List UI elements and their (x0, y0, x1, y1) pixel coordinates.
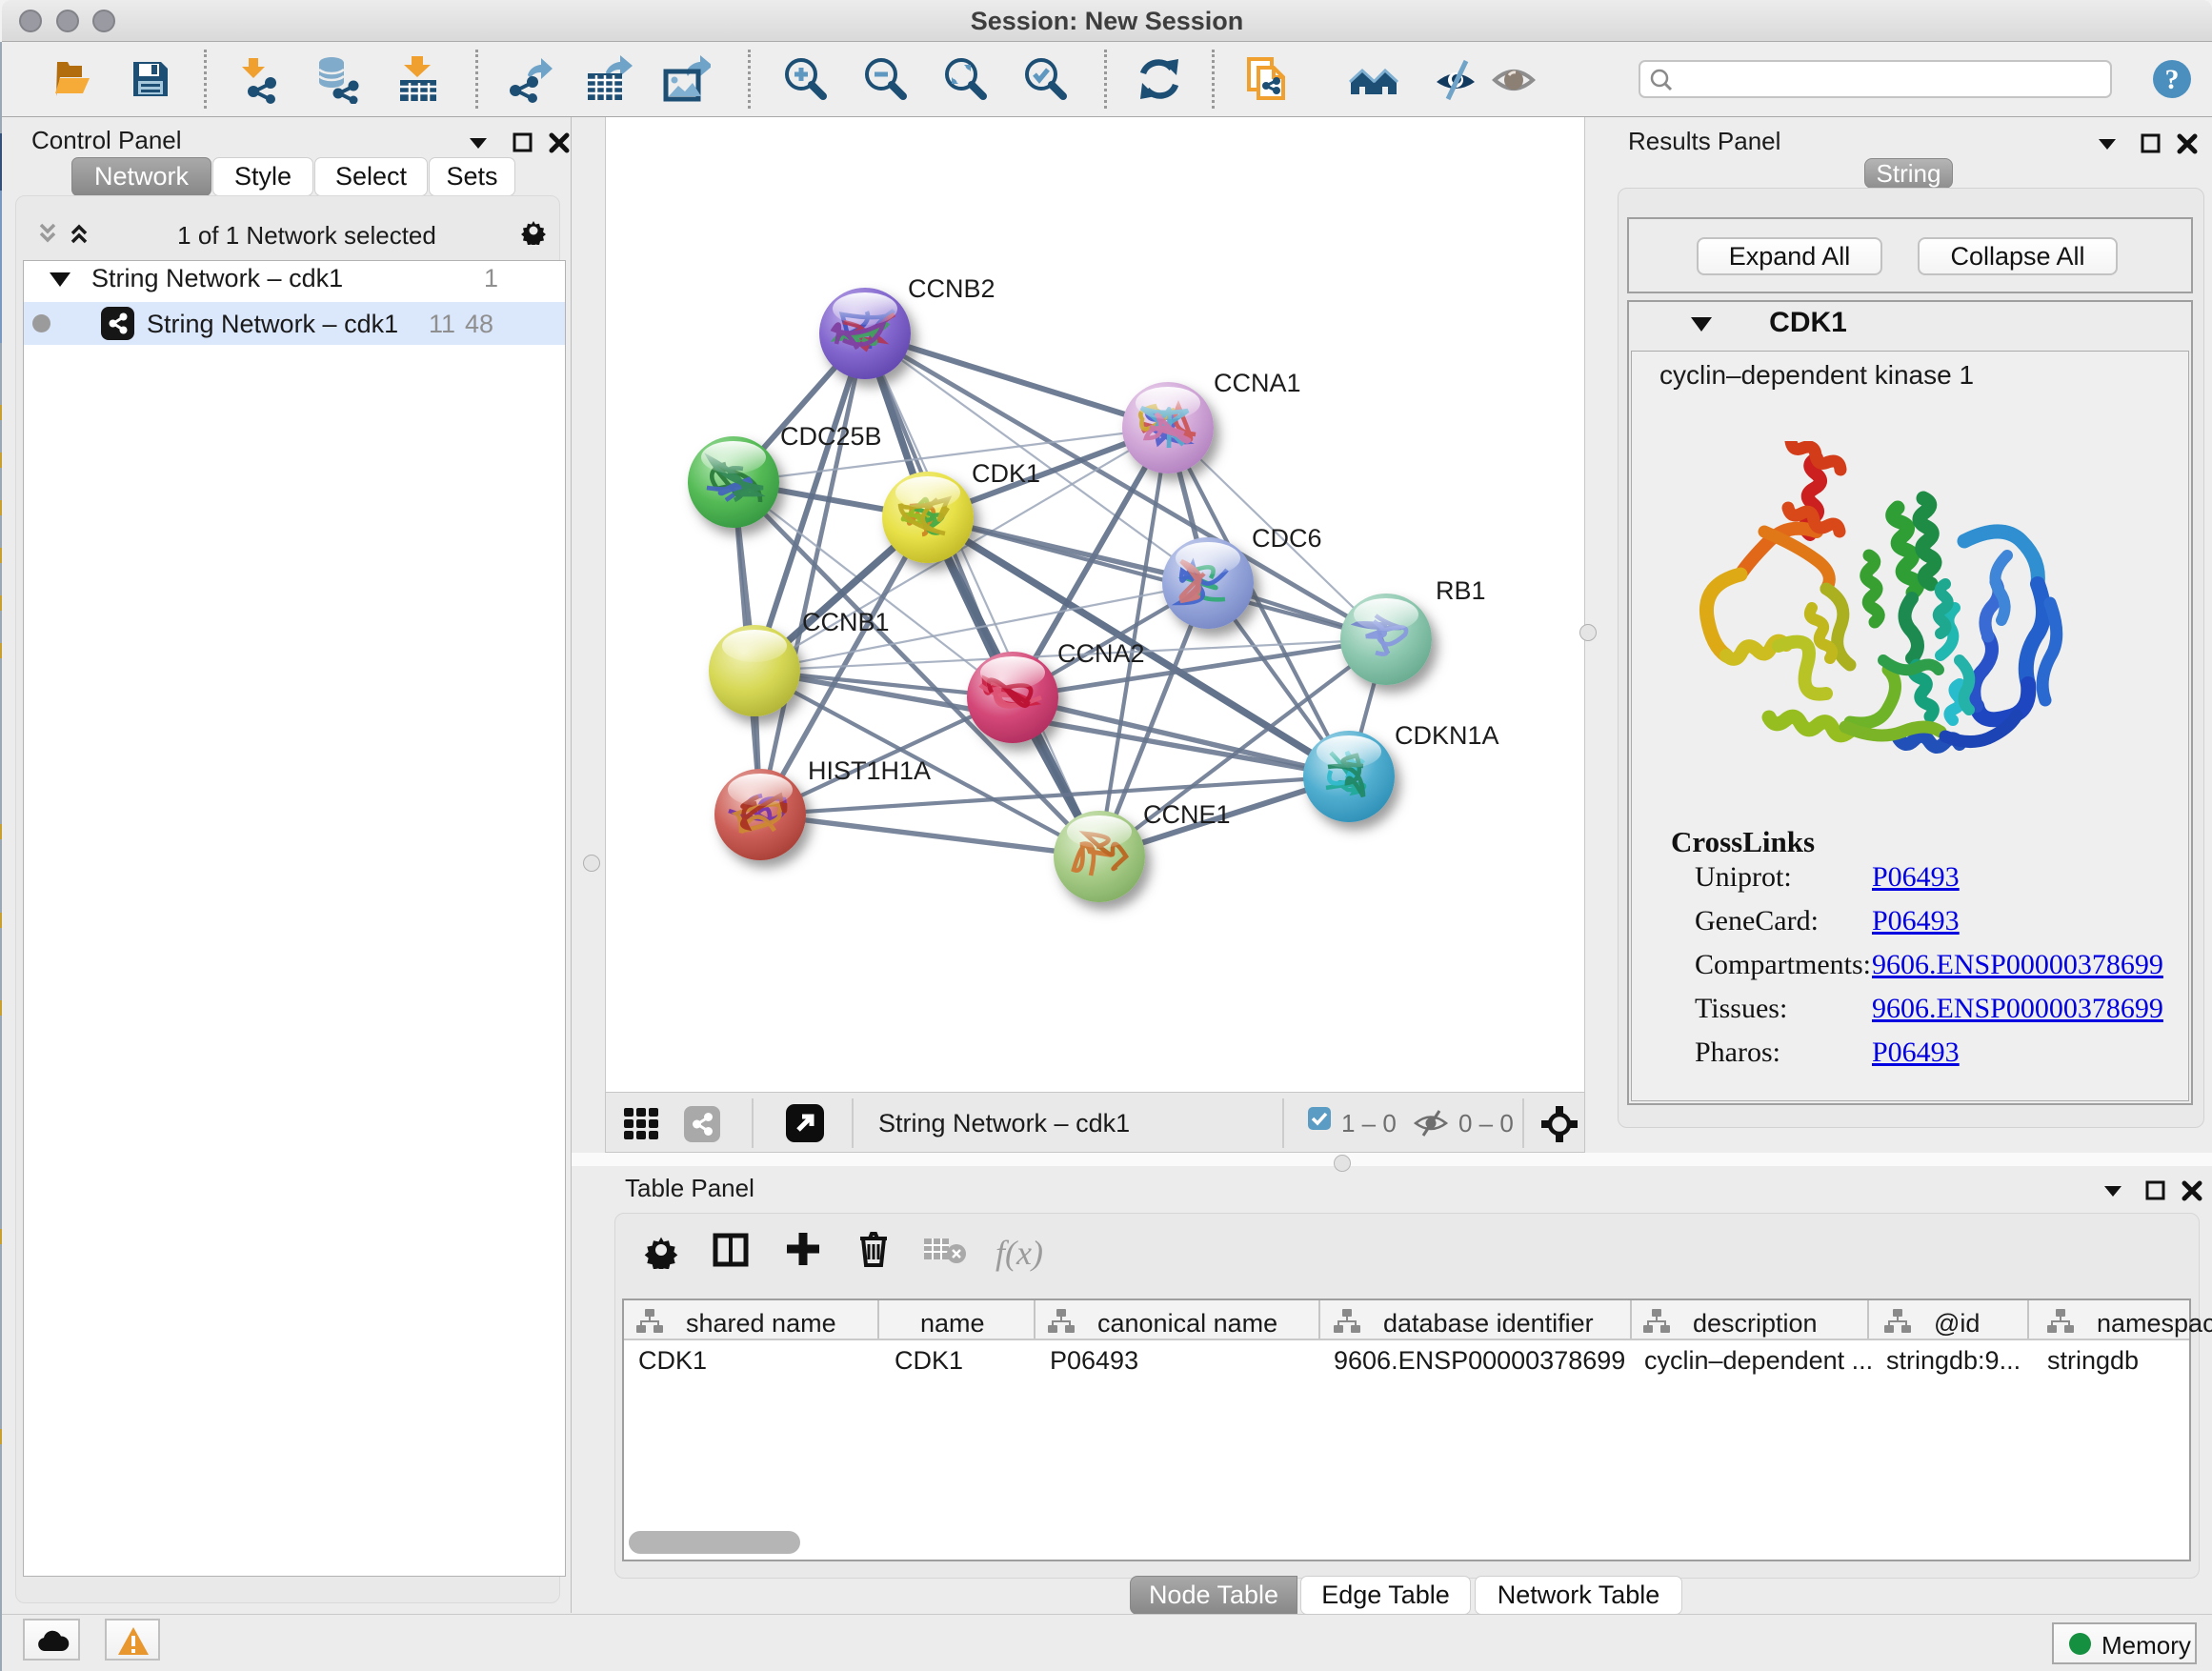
svg-text:?: ? (2165, 64, 2180, 95)
